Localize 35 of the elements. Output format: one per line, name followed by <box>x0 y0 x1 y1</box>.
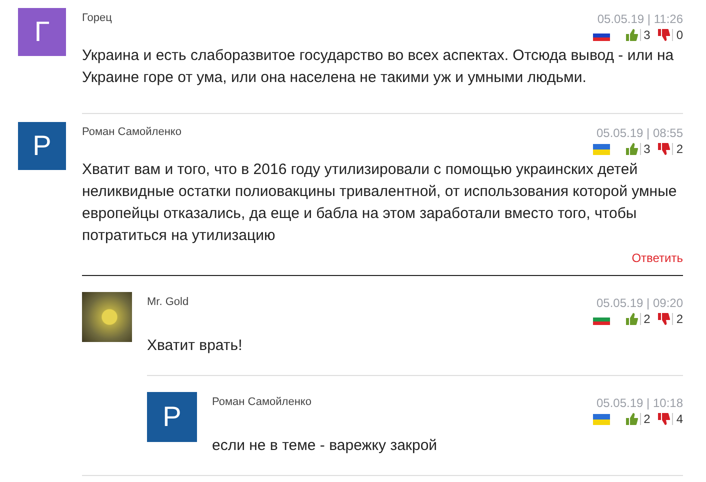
avatar: Р <box>18 122 66 170</box>
dislike-count: 2 <box>672 313 683 325</box>
comment-text: Хватит вам и того, что в 2016 году утилизировали с помощью украинских детей неликвидные остатки полиовакцины тривалентной, от использования которой умные европейцы отказались, да еще и бабла на этом заработали вместо того, чтобы потратиться на утилизацию <box>82 160 678 246</box>
comment-text: если не в теме - варежку закрой <box>212 436 438 456</box>
author-name[interactable]: Роман Самойленко <box>212 396 312 408</box>
thumbs-down-icon[interactable] <box>658 313 670 325</box>
like-count: 2 <box>640 313 650 325</box>
flag-icon <box>592 414 610 424</box>
thumbs-down-icon[interactable] <box>658 143 670 155</box>
author-name[interactable]: Роман Самойленко <box>82 126 182 138</box>
thumbs-up-icon[interactable] <box>626 143 638 155</box>
thumbs-up-icon[interactable] <box>626 313 638 325</box>
like-count: 2 <box>640 413 650 425</box>
thumbs-up-icon[interactable] <box>626 413 638 425</box>
photo-placeholder <box>82 292 132 342</box>
dislike-count: 4 <box>672 413 683 425</box>
like-count: 3 <box>640 143 650 155</box>
dislike-count: 0 <box>672 29 683 41</box>
flag-icon <box>592 144 610 154</box>
avatar: Р <box>147 392 197 442</box>
thumbs-down-icon[interactable] <box>658 29 670 41</box>
comment-date: 05.05.19 | 08:55 <box>596 126 683 140</box>
author-name[interactable]: Mr. Gold <box>147 296 189 308</box>
comment-date: 05.05.19 | 10:18 <box>596 396 683 410</box>
thumbs-down-icon[interactable] <box>658 413 670 425</box>
dislike-count: 2 <box>672 143 683 155</box>
comment-date: 05.05.19 | 09:20 <box>596 296 683 310</box>
thumbs-up-icon[interactable] <box>626 29 638 41</box>
comment-text: Украина и есть слаборазвитое государство во всех аспектах. Отсюда вывод - или на Украине горе от ума, или она населена не такими уж и умными людьми. <box>82 46 675 88</box>
comment-text: Хватит врать! <box>147 336 244 356</box>
like-count: 3 <box>640 29 650 41</box>
author-name[interactable]: Горец <box>82 12 112 24</box>
avatar: Г <box>18 8 66 56</box>
reply-link[interactable]: Ответить <box>632 251 683 265</box>
comment-date: 05.05.19 | 11:26 <box>597 12 683 26</box>
